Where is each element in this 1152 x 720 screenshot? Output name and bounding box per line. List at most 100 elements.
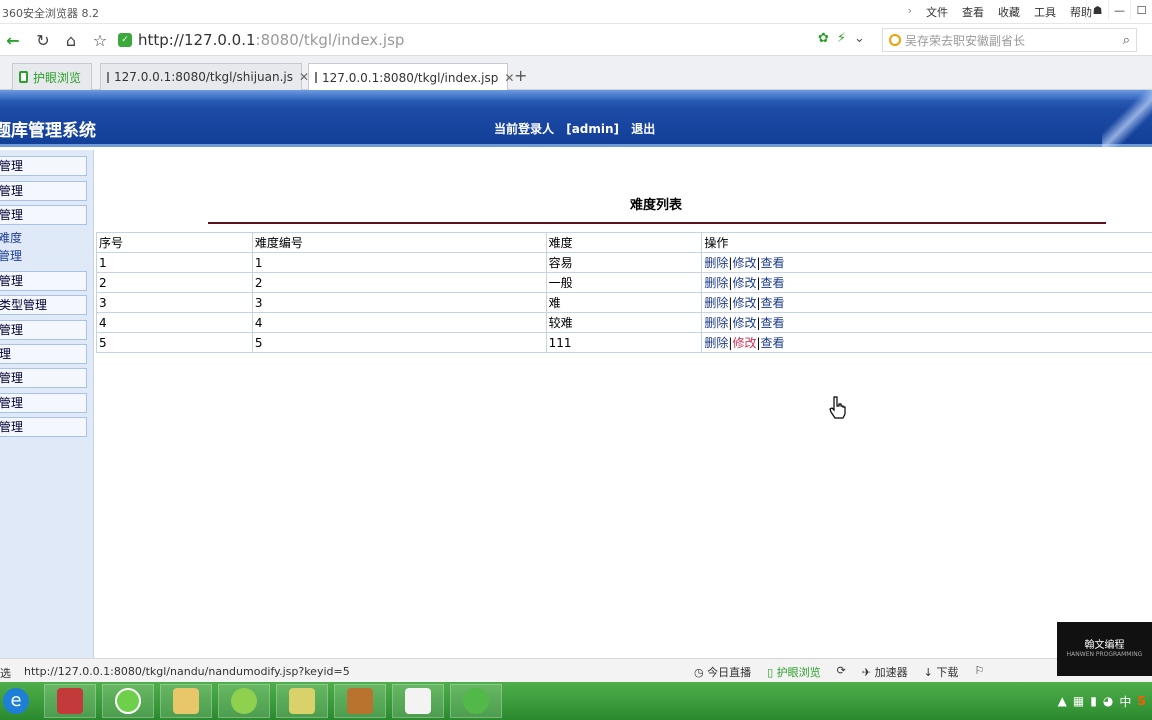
status-refresh-icon[interactable]: ⟳: [837, 664, 846, 680]
url-field[interactable]: ✓ http://127.0.0.1:8080/tkgl/index.jsp: [118, 27, 858, 53]
cell-code: 4: [251, 312, 547, 333]
sidebar-item-type[interactable]: 类型管理: [0, 295, 87, 315]
search-placeholder: 吴存荣去职安徽副省长: [905, 33, 1026, 48]
calendar-icon[interactable]: [44, 684, 96, 718]
tray-network-icon[interactable]: ▦: [1073, 694, 1084, 708]
menu-view[interactable]: 查看: [962, 4, 984, 20]
sidebar-item-8[interactable]: 理: [0, 344, 87, 364]
sidebar-item-9[interactable]: 管理: [0, 368, 87, 388]
page-icon: [107, 71, 109, 83]
compat-mode-icon[interactable]: ✿: [818, 31, 829, 46]
sidebar-item-11[interactable]: 管理: [0, 417, 87, 437]
sidebar-item-5[interactable]: 管理: [0, 271, 87, 291]
cell-level: 一般: [545, 272, 703, 293]
table-header-row: 序号 难度编号 难度 操作: [96, 232, 1152, 253]
sidebar: 管理 管理 管理 难度 管理 管理 类型管理 管理 理 管理 管理 管理: [0, 150, 94, 658]
view-link[interactable]: 查看: [761, 276, 785, 290]
sidebar-item-1[interactable]: 管理: [0, 156, 87, 176]
tab-bar: 护眼浏览 127.0.0.1:8080/tkgl/shijuan.js ✕ 12…: [0, 56, 1152, 91]
search-input[interactable]: 吴存荣去职安徽副省长 ⌕: [882, 28, 1137, 52]
url-dropdown-icon[interactable]: ⌄: [854, 31, 865, 46]
status-eye-protect[interactable]: ▯ 护眼浏览: [767, 664, 821, 680]
edit-link[interactable]: 修改: [732, 276, 756, 290]
app-header: 题库管理系统 当前登录人 [admin] 退出: [0, 90, 1152, 147]
sidebar-item-10[interactable]: 管理: [0, 393, 87, 413]
browser-title: 360安全浏览器 8.2: [2, 7, 99, 20]
cell-ops: 删除|修改|查看: [701, 292, 1152, 313]
ie-icon[interactable]: e: [0, 684, 42, 718]
home-icon[interactable]: ⌂: [60, 29, 82, 51]
sidebar-item-7[interactable]: 管理: [0, 320, 87, 340]
star-icon[interactable]: ☆: [89, 29, 111, 51]
tab-eye-protect[interactable]: 护眼浏览: [12, 63, 92, 90]
delete-link[interactable]: 删除: [704, 256, 728, 270]
tab-shijuan[interactable]: 127.0.0.1:8080/tkgl/shijuan.js ✕: [100, 63, 309, 90]
status-download[interactable]: ↓ 下载: [924, 664, 959, 680]
view-link[interactable]: 查看: [761, 296, 785, 310]
delete-link[interactable]: 删除: [704, 276, 728, 290]
table-body: 1 1 容易 删除|修改|查看 2 2 一般 删除|修改|查看 3 3 难删除|修改|查看 4 4 较难删…: [96, 252, 1152, 353]
menu-chevron-icon[interactable]: ›: [908, 4, 912, 20]
view-link[interactable]: 查看: [761, 316, 785, 330]
cell-level: 容易: [545, 252, 703, 273]
edit-link[interactable]: 修改: [732, 316, 756, 330]
skin-icon[interactable]: ☗: [1086, 0, 1108, 20]
delete-link[interactable]: 删除: [704, 296, 728, 310]
edit-link[interactable]: 修改: [732, 336, 756, 350]
page-title: 难度列表: [629, 198, 682, 213]
url-text: http://127.0.0.1:8080/tkgl/index.jsp: [138, 31, 405, 49]
tray-s-icon[interactable]: S: [1137, 694, 1146, 708]
tray-volume-icon[interactable]: ▮: [1090, 694, 1097, 708]
cell-code: 2: [251, 272, 547, 293]
status-tools: ◷ 今日直播 ▯ 护眼浏览 ⟳ ✈ 加速器 ↓ 下载 ⚐: [694, 664, 984, 680]
delete-link[interactable]: 删除: [704, 336, 728, 350]
dreamweaver-icon[interactable]: [218, 684, 270, 718]
logout-link[interactable]: 退出: [631, 122, 655, 136]
folder-icon[interactable]: [160, 684, 212, 718]
refresh-icon[interactable]: ↻: [32, 29, 54, 51]
cell-code: 3: [251, 292, 547, 313]
view-link[interactable]: 查看: [761, 256, 785, 270]
app-paw-icon[interactable]: [450, 684, 502, 718]
tray-ime[interactable]: 中: [1119, 693, 1131, 710]
system-title: 题库管理系统: [0, 121, 96, 141]
sidebar-item-3[interactable]: 管理: [0, 205, 87, 225]
speed-mode-icon[interactable]: ⚡: [837, 31, 846, 46]
delete-link[interactable]: 删除: [704, 316, 728, 330]
status-accelerator[interactable]: ✈ 加速器: [862, 664, 908, 680]
cell-ops: 删除|修改|查看: [701, 312, 1152, 333]
menu-tools[interactable]: 工具: [1034, 4, 1056, 20]
column-header-level: 难度: [545, 232, 703, 253]
view-link[interactable]: 查看: [761, 336, 785, 350]
close-icon[interactable]: ✕: [504, 71, 514, 85]
back-icon[interactable]: ←: [2, 29, 24, 51]
status-link-url: http://127.0.0.1:8080/tkgl/nandu/nandumo…: [24, 665, 350, 678]
java-icon[interactable]: [392, 684, 444, 718]
sidebar-item-difficulty-manage[interactable]: 管理: [0, 247, 87, 267]
browser-360-icon[interactable]: [102, 684, 154, 718]
search-engine-icon[interactable]: [889, 34, 901, 46]
watermark-logo: 翰文编程 HANWEN PROGRAMMING: [1057, 622, 1152, 676]
maximize-icon[interactable]: ☐: [1130, 0, 1152, 20]
cell-seq: 4: [96, 312, 253, 333]
status-flag-icon[interactable]: ⚐: [974, 664, 984, 680]
search-icon[interactable]: ⌕: [1123, 33, 1130, 48]
browser-title-bar: 360安全浏览器 8.2 › 文件 查看 收藏 工具 帮助 ☗ — ☐: [0, 0, 1152, 24]
menu-favorites[interactable]: 收藏: [998, 4, 1020, 20]
difficulty-table: 序号 难度编号 难度 操作 1 1 容易 删除|修改|查看 2 2 一般 删除|修改|查看 3 3…: [96, 232, 1152, 353]
book-icon[interactable]: [334, 684, 386, 718]
tray-qq-icon[interactable]: ◕: [1103, 694, 1113, 708]
tray-arrow-icon[interactable]: ▲: [1058, 694, 1067, 708]
table-row: 5 5 111 删除|修改|查看: [96, 332, 1152, 353]
new-tab-button[interactable]: +: [514, 66, 527, 85]
status-live[interactable]: ◷ 今日直播: [694, 664, 751, 680]
cell-seq: 2: [96, 272, 253, 293]
menu-file[interactable]: 文件: [926, 4, 948, 20]
tools-icon[interactable]: [276, 684, 328, 718]
minimize-icon[interactable]: —: [1108, 0, 1130, 20]
edit-link[interactable]: 修改: [732, 256, 756, 270]
sidebar-item-2[interactable]: 管理: [0, 181, 87, 201]
edit-link[interactable]: 修改: [732, 296, 756, 310]
sidebar-item-difficulty[interactable]: 难度: [0, 229, 87, 249]
tab-index[interactable]: 127.0.0.1:8080/tkgl/index.jsp ✕: [308, 63, 514, 91]
